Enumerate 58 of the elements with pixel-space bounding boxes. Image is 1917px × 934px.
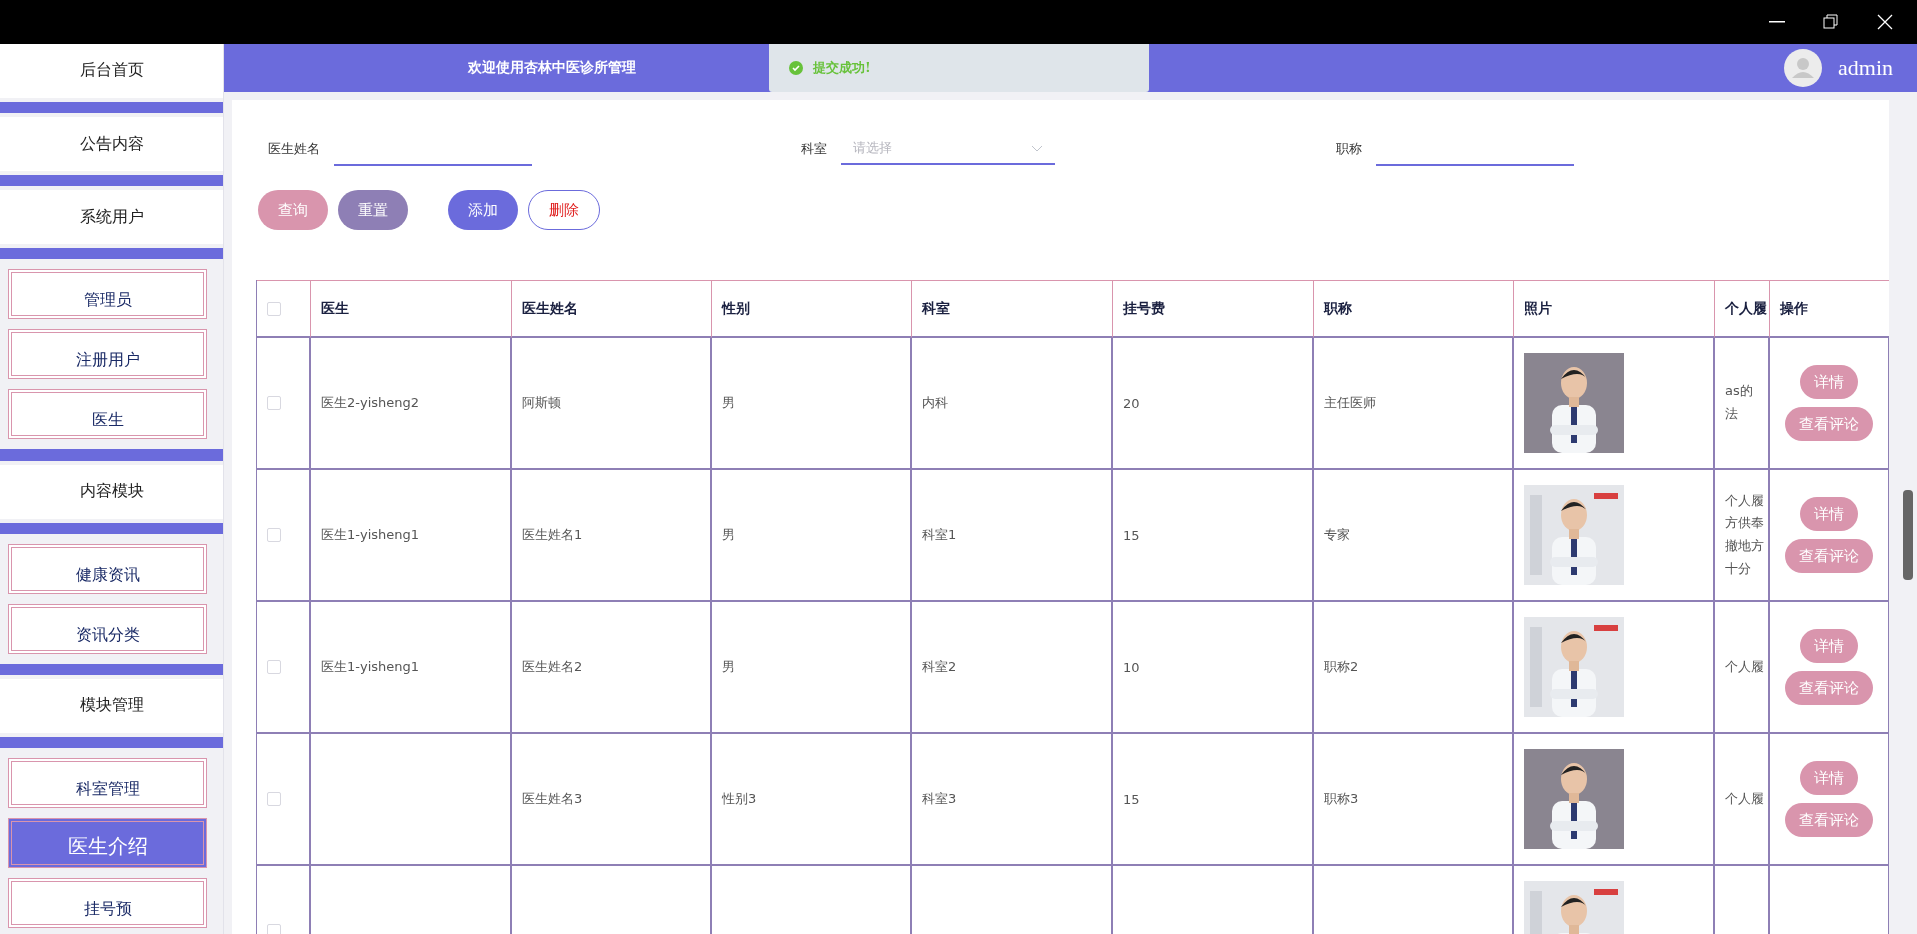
table-cell: 15	[1113, 734, 1314, 866]
field-label: 职称	[1336, 140, 1362, 158]
table-cell: 医生1-yisheng1	[311, 602, 512, 734]
table-cell: 主任医师	[1314, 338, 1514, 470]
table-cell: 职称3	[1314, 734, 1514, 866]
table-cell: 科室3	[912, 734, 1113, 866]
sidebar-item[interactable]: 科室管理	[8, 758, 207, 809]
table-cell: 10	[1113, 602, 1314, 734]
table-cell: 20	[1113, 338, 1314, 470]
sidebar-section[interactable]: 后台首页	[0, 44, 223, 98]
table-cell: 男	[712, 470, 912, 602]
table-cell: 性别3	[712, 734, 912, 866]
table-cell: 个人履方供奉撤地方十分	[1715, 470, 1770, 602]
sidebar-item[interactable]: 医生介绍	[8, 818, 207, 869]
sidebar-section[interactable]: 公告内容	[0, 117, 223, 172]
table-cell: 个人履	[1715, 734, 1770, 866]
app-title: 欢迎使用杏林中医诊所管理	[468, 59, 636, 77]
column-header: 挂号费	[1113, 280, 1314, 338]
sidebar-item[interactable]: 健康资讯	[8, 543, 207, 594]
field-label: 科室	[801, 140, 827, 158]
sidebar-section[interactable]: 模块管理	[0, 678, 223, 733]
table-cell: 医生姓名3	[512, 734, 712, 866]
column-header: 医生	[311, 280, 512, 338]
table-cell: 个人履	[1715, 602, 1770, 734]
column-header: 个人履	[1715, 280, 1770, 338]
column-header: 操作	[1770, 280, 1889, 338]
sidebar-item[interactable]: 资讯分类	[8, 603, 207, 654]
table-cell: 职称2	[1314, 602, 1514, 734]
table-cell: 医生姓名2	[512, 602, 712, 734]
table-cell: 医生2-yisheng2	[311, 338, 512, 470]
table-cell: 阿斯顿	[512, 338, 712, 470]
column-header: 医生姓名	[512, 280, 712, 338]
column-header: 职称	[1314, 280, 1514, 338]
delete-button[interactable]: 删除	[528, 190, 600, 230]
column-header: 性别	[712, 280, 912, 338]
sidebar-item[interactable]: 注册用户	[8, 329, 207, 380]
column-header: 照片	[1514, 280, 1715, 338]
user-name: admin	[1838, 55, 1893, 81]
column-header: 科室	[912, 280, 1113, 338]
table-cell: 男	[712, 338, 912, 470]
table-cell: 专家	[1314, 470, 1514, 602]
toast-message: 提交成功!	[813, 59, 871, 77]
table-cell: as的法	[1715, 338, 1770, 470]
table-cell: 科室1	[912, 470, 1113, 602]
table-cell: 医生姓名1	[512, 470, 712, 602]
sidebar-item[interactable]: 医生	[8, 389, 207, 440]
add-button[interactable]: 添加	[448, 190, 518, 230]
sidebar-section[interactable]: 内容模块	[0, 464, 223, 519]
sidebar-item[interactable]: 管理员	[8, 269, 207, 320]
field-label: 医生姓名	[268, 140, 320, 158]
sidebar-section[interactable]: 系统用户	[0, 190, 223, 245]
table-cell: 医生1-yisheng1	[311, 470, 512, 602]
table-cell: 科室2	[912, 602, 1113, 734]
sidebar-item[interactable]: 挂号预	[8, 878, 207, 929]
table-cell: 15	[1113, 470, 1314, 602]
table-cell: 男	[712, 602, 912, 734]
table-cell: 内科	[912, 338, 1113, 470]
reset-button[interactable]: 重置	[338, 190, 408, 230]
